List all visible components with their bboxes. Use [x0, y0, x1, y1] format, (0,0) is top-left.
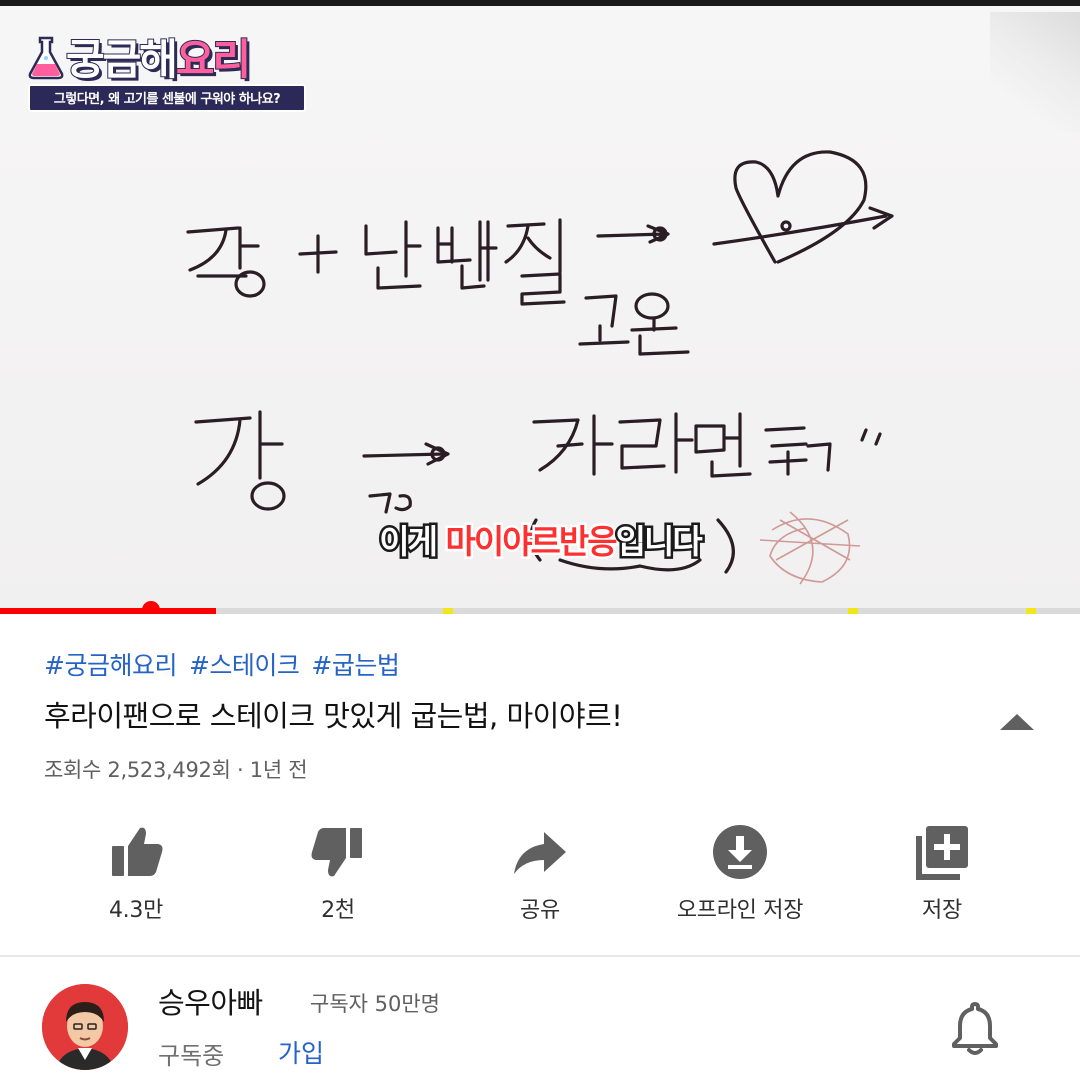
channel-name[interactable]: 승우아빠	[158, 980, 263, 1022]
video-title[interactable]: 후라이팬으로 스테이크 맛있게 굽는법, 마이야르!	[44, 694, 974, 738]
hashtag-link[interactable]: #스테이크	[189, 651, 300, 680]
dislike-button[interactable]: 2천	[238, 810, 438, 940]
caption-highlight: 마이야르반응	[443, 520, 620, 564]
share-label: 공유	[520, 898, 560, 923]
progress-bar[interactable]	[0, 601, 1080, 614]
progress-ad-marker	[1026, 608, 1036, 614]
save-playlist-icon	[916, 826, 968, 880]
like-icon	[112, 827, 163, 876]
section-divider	[0, 955, 1080, 957]
logo-title: 궁금해요리	[65, 34, 252, 86]
avatar-illustration	[42, 984, 128, 1070]
hashtag-row: #궁금해요리 #스테이크 #굽는법	[44, 646, 411, 682]
progress-ad-marker	[847, 608, 858, 614]
download-button[interactable]: 오프라인 저장	[640, 810, 840, 940]
progress-ad-marker	[442, 608, 453, 614]
action-bar: 4.3만 2천 공유 오프라인 저장 저장	[0, 810, 1080, 940]
like-button[interactable]: 4.3만	[36, 810, 236, 940]
share-icon	[514, 832, 566, 874]
caption-suffix: 입니다	[613, 520, 705, 564]
video-caption: 이게 마이야르반응입니다	[0, 518, 1080, 566]
join-button[interactable]: 가입	[278, 1034, 324, 1070]
dislike-icon	[311, 828, 362, 877]
video-player[interactable]: 궁금해요리 그렇다면, 왜 고기를 센불에 구워야 하나요? 이게 마이야르반응…	[0, 0, 1080, 614]
download-icon	[713, 825, 767, 879]
channel-avatar[interactable]	[42, 984, 128, 1070]
caption-prefix: 이게	[377, 520, 446, 564]
like-count: 4.3만	[108, 898, 164, 923]
logo-subtitle: 그렇다면, 왜 고기를 센불에 구워야 하나요?	[28, 84, 306, 112]
hashtag-link[interactable]: #굽는법	[311, 651, 399, 680]
logo-title-part1: 궁금해	[65, 34, 179, 85]
show-logo: 궁금해요리 그렇다면, 왜 고기를 센불에 구워야 하나요?	[28, 34, 308, 112]
hashtag-link[interactable]: #궁금해요리	[44, 651, 177, 680]
collapse-icon[interactable]	[990, 704, 1044, 740]
subscribed-status[interactable]: 구독중	[158, 1036, 224, 1071]
share-button[interactable]: 공유	[440, 810, 640, 940]
flask-icon	[28, 36, 64, 80]
save-label: 저장	[922, 898, 962, 923]
save-button[interactable]: 저장	[842, 810, 1042, 940]
subscriber-count: 구독자 50만명	[310, 992, 440, 1016]
download-label: 오프라인 저장	[676, 898, 804, 923]
dislike-count: 2천	[321, 898, 355, 923]
video-frame: 궁금해요리 그렇다면, 왜 고기를 센불에 구워야 하나요? 이게 마이야르반응…	[0, 6, 1080, 614]
progress-scrubber[interactable]	[142, 601, 161, 613]
logo-title-part2: 요리	[175, 34, 252, 85]
bell-icon[interactable]	[948, 998, 1002, 1058]
view-count-and-date: 조회수 2,523,492회 · 1년 전	[44, 758, 308, 782]
progress-bar-fill	[0, 608, 216, 614]
